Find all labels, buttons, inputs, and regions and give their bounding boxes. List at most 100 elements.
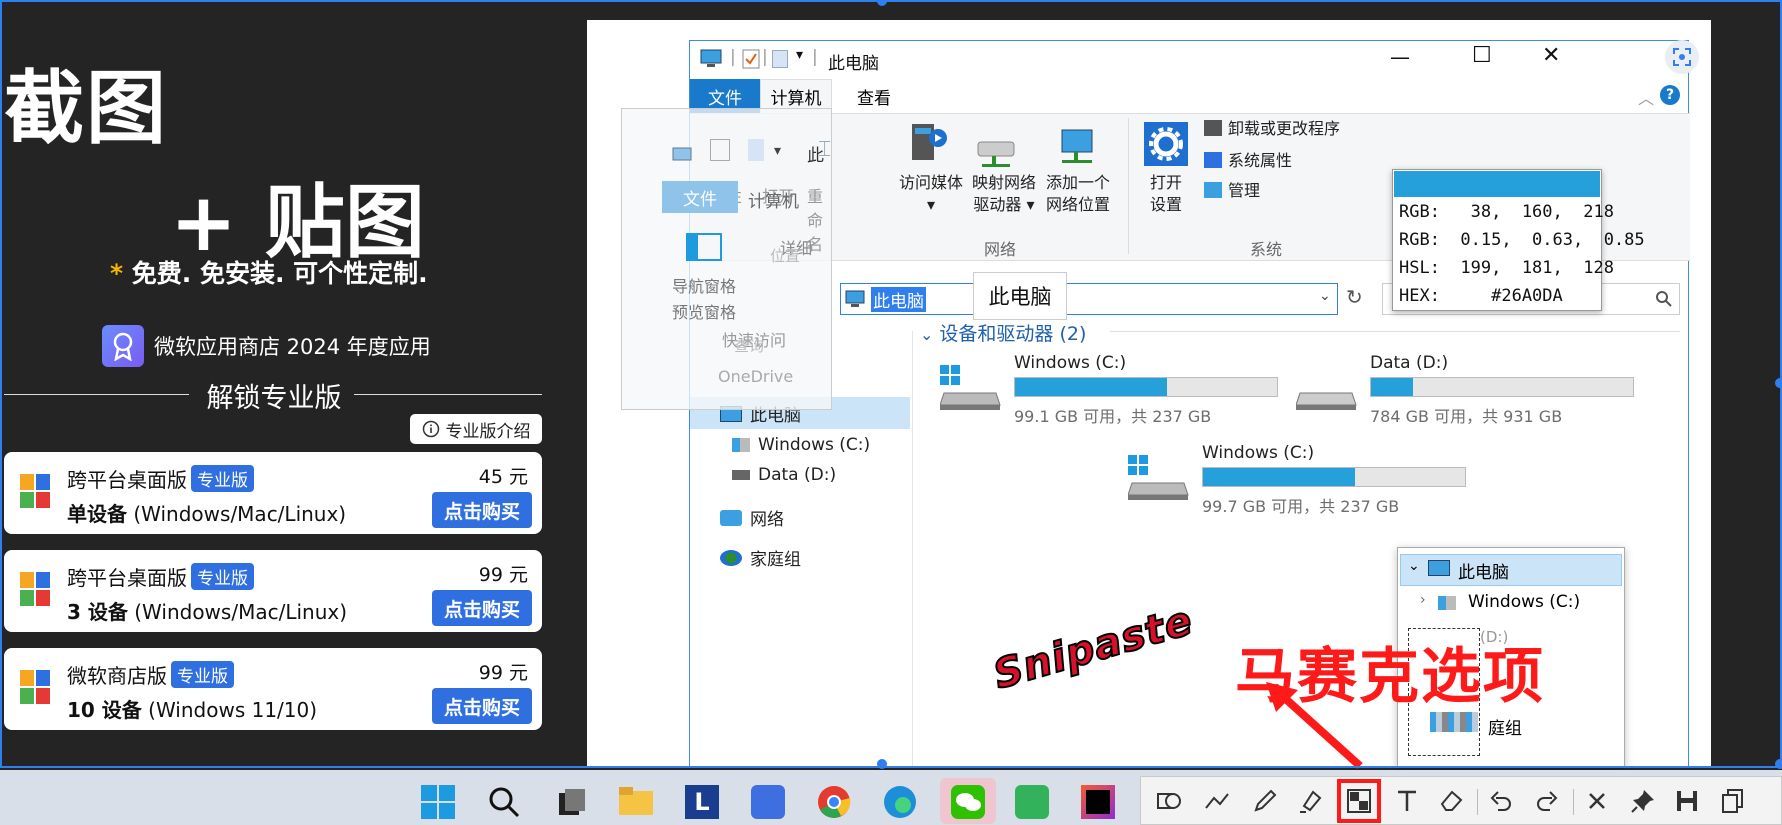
new-folder-icon[interactable] — [772, 50, 788, 68]
drive-item[interactable]: Windows (C:) 99.7 GB 可用，共 237 GB — [1128, 443, 1488, 516]
drive-item[interactable]: Data (D:) 784 GB 可用，共 931 GB — [1296, 353, 1656, 426]
map-network-drive-button[interactable]: 映射网络 驱动器 ▾ — [968, 172, 1040, 216]
system-properties-button[interactable]: 系统属性 — [1204, 150, 1292, 172]
undo-icon[interactable] — [1483, 783, 1519, 819]
chrome-icon[interactable] — [814, 782, 854, 822]
pro-intro-label: 专业版介绍 — [445, 421, 531, 442]
group-label-network: 网络 — [984, 240, 1017, 259]
screen: 截图 + 贴图 * 免费. 免安装. 可个性定制. 微软应用商店 2024 年度… — [0, 0, 1782, 825]
minimize-icon[interactable]: — — [1390, 45, 1410, 69]
nav-homegroup-label: 家庭组 — [750, 550, 801, 570]
resize-handle-bottom-right[interactable] — [1775, 759, 1782, 769]
nav-item-windows-c[interactable]: Windows (C:) — [732, 435, 870, 455]
tree-partial-text-2: 庭组 — [1488, 719, 1522, 739]
drive-usage-fill — [1015, 378, 1167, 396]
notes-app-icon[interactable] — [748, 782, 788, 822]
wechat-icon[interactable] — [948, 782, 988, 822]
drive-name: Windows (C:) — [1014, 353, 1127, 373]
polyline-icon[interactable] — [1199, 783, 1235, 819]
pane-divider — [912, 331, 913, 768]
close-window-icon[interactable]: ✕ — [1542, 43, 1560, 68]
map-drive-icon — [977, 141, 1015, 167]
plan-card-3: 微软商店版 专业版 10 设备 (Windows 11/10) 99 元 点击购买 — [4, 648, 542, 730]
pinned-image-ghost[interactable]: 属性 打开 ▾ 此 重命名 ⌶ 文件 计算机 详细 位置 导航窗格 预览窗格 快… — [621, 108, 832, 410]
plan-devices-rest: (Windows/Mac/Linux) — [127, 502, 347, 526]
address-dropdown-icon[interactable]: ⌄ — [1319, 288, 1331, 304]
pencil-icon[interactable] — [1247, 783, 1283, 819]
add-network-location-button[interactable]: 添加一个 网络位置 — [1040, 172, 1116, 216]
resize-handle-right[interactable] — [1775, 378, 1782, 388]
manage-button[interactable]: 管理 — [1204, 180, 1260, 202]
access-media-button[interactable]: 访问媒体 ▾ — [886, 172, 976, 216]
drive-usage-fill — [1371, 378, 1413, 396]
new-folder-icon — [748, 139, 764, 161]
snipaste-logo-icon — [20, 572, 50, 614]
drive-free-space: 99.7 GB 可用，共 237 GB — [1202, 497, 1400, 516]
group-divider — [1128, 118, 1129, 254]
drive-free-space: 99.1 GB 可用，共 237 GB — [1014, 407, 1212, 426]
drive-name: Data (D:) — [1370, 353, 1449, 373]
focus-capture-icon[interactable] — [1665, 40, 1699, 74]
section-heading[interactable]: ⌄ 设备和驱动器 (2) — [920, 319, 1086, 346]
resize-handle-bottom[interactable] — [877, 759, 887, 769]
plan-name: 跨平台桌面版 专业版 — [67, 562, 254, 591]
save-icon[interactable] — [1669, 783, 1705, 819]
eraser-icon[interactable] — [1433, 783, 1469, 819]
pro-badge: 专业版 — [191, 563, 254, 590]
resize-handle-top[interactable] — [877, 0, 887, 6]
intellij-icon[interactable] — [1078, 782, 1118, 822]
nav-item-data-d[interactable]: Data (D:) — [732, 465, 836, 485]
iqiyi-icon[interactable] — [1012, 782, 1052, 822]
quick-access-dropdown-icon[interactable]: ▾ — [796, 47, 803, 63]
plan-price: 99 元 — [478, 564, 528, 586]
add-location-label-1: 添加一个 — [1045, 173, 1110, 192]
mosaic-icon[interactable] — [1337, 779, 1381, 823]
rgb-float-readout: RGB: 0.15, 0.63, 0.85 — [1399, 230, 1645, 250]
properties-icon[interactable] — [742, 49, 760, 69]
computer-icon — [845, 290, 865, 307]
chevron-down-icon: ⌄ — [920, 325, 934, 344]
refresh-icon[interactable]: ↻ — [1346, 285, 1363, 309]
address-bar[interactable]: 此电脑 ⌄ — [840, 283, 1338, 315]
pro-intro-button[interactable]: 专业版介绍 — [410, 414, 542, 444]
nav-item-homegroup[interactable]: 家庭组 — [720, 545, 801, 570]
edge-icon[interactable] — [880, 782, 920, 822]
marker-icon[interactable] — [1293, 783, 1329, 819]
promo-tagline: * 免费. 免安装. 可个性定制. — [110, 254, 428, 290]
task-view-icon[interactable] — [552, 782, 592, 822]
start-icon[interactable] — [418, 782, 458, 822]
nav-item-network[interactable]: 网络 — [720, 505, 784, 530]
drive-usage-bar — [1014, 377, 1278, 397]
window-title: 此电脑 — [828, 54, 879, 74]
buy-button[interactable]: 点击购买 — [432, 590, 532, 626]
close-icon[interactable] — [1579, 783, 1615, 819]
plan-name-text: 跨平台桌面版 — [67, 566, 187, 590]
uninstall-button[interactable]: 卸载或更改程序 — [1204, 118, 1340, 140]
maximize-icon[interactable]: ☐ — [1472, 43, 1492, 68]
tab-view[interactable]: 查看 — [838, 79, 910, 113]
collapse-ribbon-icon[interactable]: ︿ — [1638, 85, 1654, 109]
section-heading-text: 设备和驱动器 (2) — [939, 323, 1087, 345]
rectangle-tool-icon[interactable] — [1151, 783, 1187, 819]
pin-icon[interactable] — [1625, 783, 1661, 819]
open-settings-button[interactable]: 打开 设置 — [1138, 172, 1194, 216]
plan-name-text: 跨平台桌面版 — [67, 468, 187, 492]
buy-button[interactable]: 点击购买 — [432, 688, 532, 724]
computer-icon — [672, 147, 692, 161]
app-l-icon[interactable]: L — [682, 782, 722, 822]
color-swatch — [1394, 171, 1600, 197]
file-explorer-icon[interactable] — [616, 782, 656, 822]
help-icon[interactable]: ? — [1660, 85, 1680, 105]
buy-button[interactable]: 点击购买 — [432, 492, 532, 528]
text-icon[interactable] — [1389, 783, 1425, 819]
drive-item[interactable]: Windows (C:) 99.1 GB 可用，共 237 GB — [940, 353, 1300, 426]
ghost-onedrive-label: OneDrive — [718, 367, 794, 386]
copy-icon[interactable] — [1715, 783, 1751, 819]
search-icon[interactable] — [484, 782, 524, 822]
award-text: 微软应用商店 2024 年度应用 — [154, 335, 431, 359]
rename-icon: ⌶ — [818, 137, 832, 162]
drive-icon — [1438, 596, 1456, 610]
open-settings-label-1: 打开 — [1149, 173, 1182, 192]
title-divider: | — [730, 47, 736, 67]
redo-icon[interactable] — [1529, 783, 1565, 819]
